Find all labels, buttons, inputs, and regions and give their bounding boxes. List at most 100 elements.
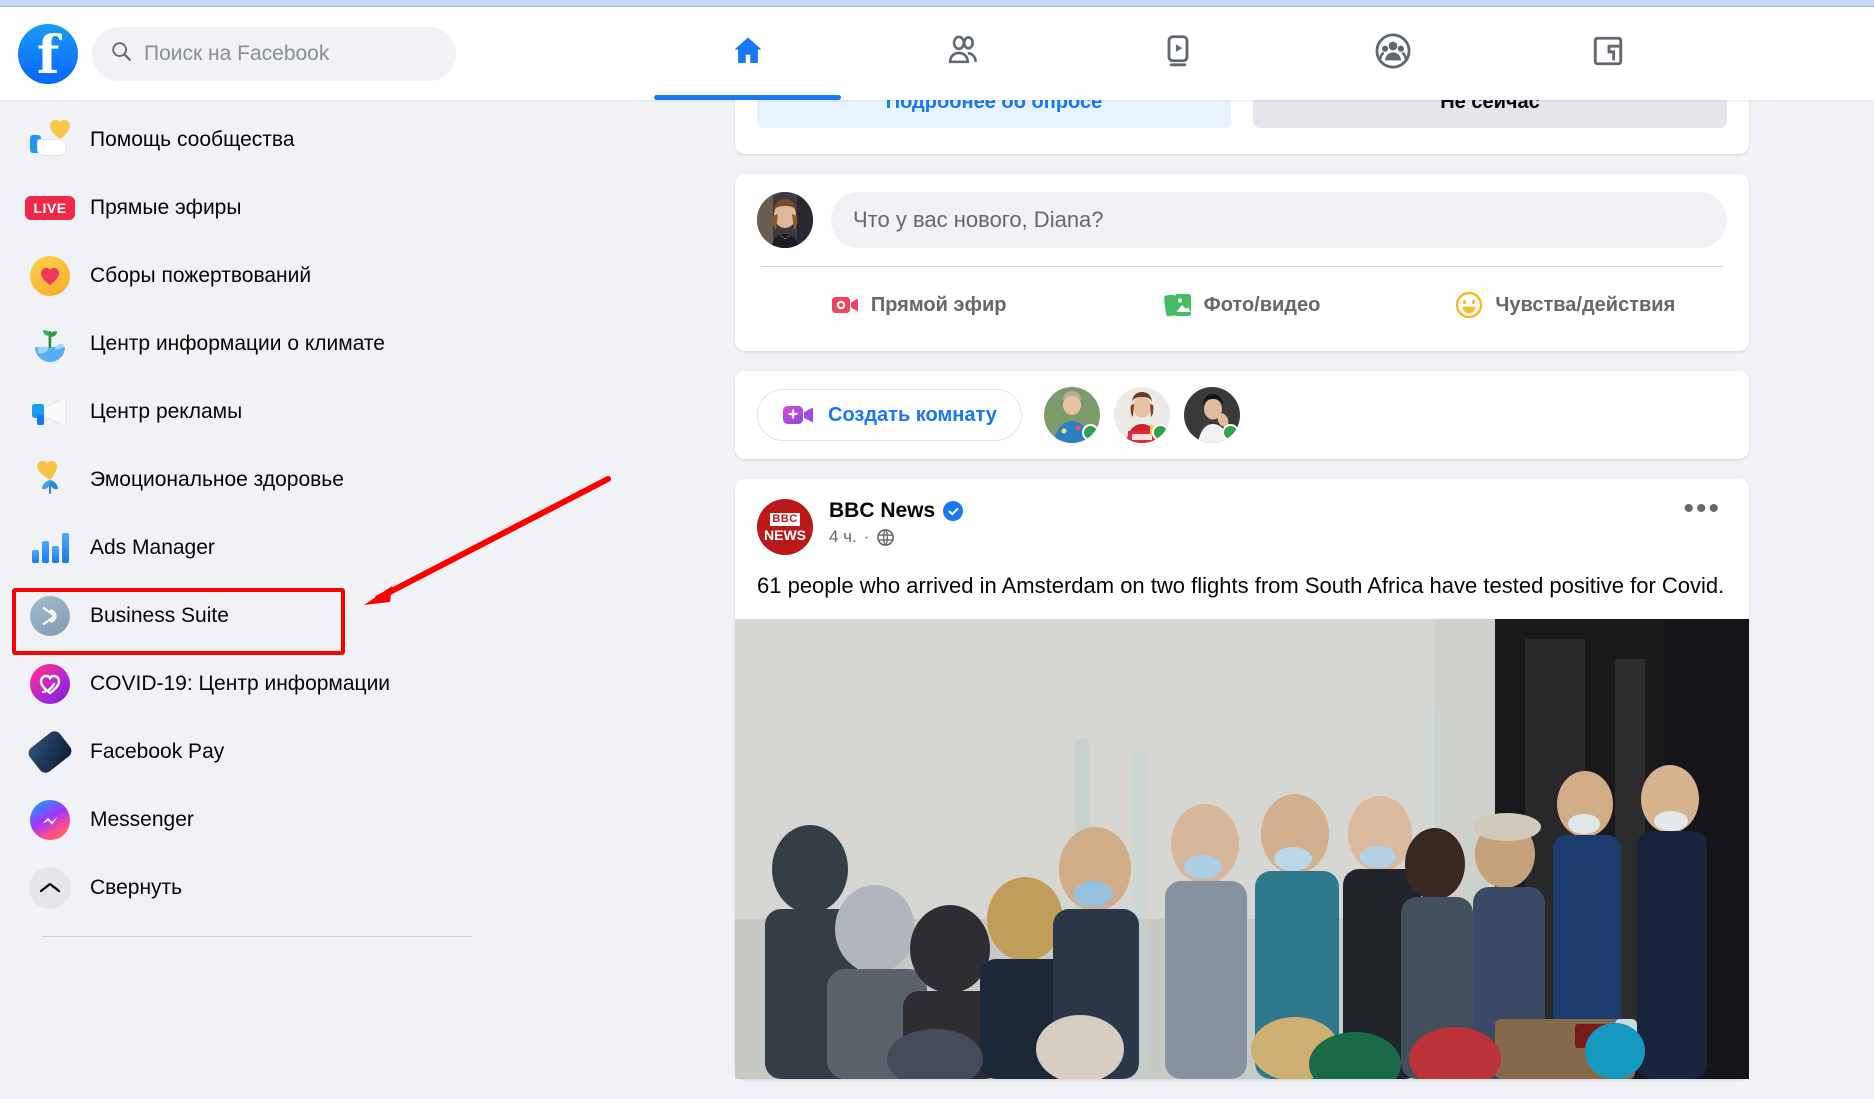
left-sidebar: Помощь сообщества LIVE Прямые эфиры Сбор… — [0, 100, 610, 1099]
post-timestamp[interactable]: 4 ч. — [829, 527, 857, 547]
composer-action-label: Чувства/действия — [1495, 293, 1676, 316]
survey-learn-more-button[interactable]: Подробнее об опросе — [757, 100, 1231, 128]
home-icon — [730, 33, 766, 74]
nav-tab-groups[interactable] — [1285, 7, 1500, 100]
sidebar-item-live[interactable]: LIVE Прямые эфиры — [8, 174, 602, 242]
sidebar-item-label: Ads Manager — [90, 536, 215, 559]
bbc-logo-line2: NEWS — [764, 526, 806, 543]
sidebar-item-label: Свернуть — [90, 876, 183, 899]
climate-icon — [28, 322, 72, 366]
post-author-row: BBC News — [829, 499, 1677, 523]
bbc-news-logo[interactable]: BBC NEWS — [757, 499, 813, 555]
community-help-icon — [28, 118, 72, 162]
sidebar-item-emotional-health[interactable]: Эмоциональное здоровье — [8, 446, 602, 514]
bbc-logo-line1: BBC — [770, 512, 800, 526]
sidebar-item-label: Центр рекламы — [90, 400, 243, 423]
room-avatar-3[interactable] — [1183, 387, 1240, 443]
composer-action-label: Фото/видео — [1203, 293, 1321, 316]
post-author-name[interactable]: BBC News — [829, 499, 935, 523]
composer-feeling-button[interactable]: Чувства/действия — [1404, 279, 1727, 331]
search-placeholder-text: Поиск на Facebook — [144, 41, 330, 65]
sidebar-item-ad-center[interactable]: Центр рекламы — [8, 378, 602, 446]
nav-tab-watch[interactable] — [1070, 7, 1285, 100]
live-video-icon — [831, 293, 859, 317]
feed-post-bbc-news: BBC NEWS BBC News 4 ч. · ••• 61 people w… — [735, 479, 1749, 1079]
sidebar-item-community-help[interactable]: Помощь сообщества — [8, 106, 602, 174]
room-avatar-1[interactable] — [1043, 387, 1100, 443]
facebook-page: Поиск на Facebook — [0, 0, 1874, 1099]
fundraisers-icon — [28, 254, 72, 298]
emotional-health-icon — [28, 458, 72, 502]
live-badge-text: LIVE — [25, 196, 75, 220]
sidebar-item-collapse[interactable]: Свернуть — [8, 854, 602, 922]
ads-manager-icon — [28, 526, 72, 570]
room-avatar-list — [1043, 387, 1240, 443]
composer-action-label: Прямой эфир — [870, 293, 1007, 316]
sidebar-item-label: Эмоциональное здоровье — [90, 468, 344, 491]
search-input[interactable]: Поиск на Facebook — [92, 26, 456, 81]
user-avatar[interactable] — [757, 192, 813, 248]
sidebar-item-label: Прямые эфиры — [90, 196, 242, 219]
post-photo[interactable] — [735, 618, 1749, 1079]
facebook-pay-icon — [25, 728, 75, 776]
sidebar-item-label: Сборы пожертвований — [90, 264, 312, 287]
sidebar-item-fundraisers[interactable]: Сборы пожертвований — [8, 242, 602, 310]
online-status-badge — [1151, 424, 1169, 441]
create-room-label: Создать комнату — [828, 403, 997, 426]
watch-icon — [1160, 33, 1196, 74]
sidebar-item-covid-info[interactable]: COVID-19: Центр информации — [8, 650, 602, 718]
business-suite-icon — [28, 594, 72, 638]
composer-input[interactable]: Что у вас нового, Diana? — [831, 192, 1727, 248]
browser-chrome-strip — [0, 0, 1874, 7]
nav-tab-home[interactable] — [640, 7, 855, 100]
post-more-options-button[interactable]: ••• — [1677, 494, 1727, 524]
post-composer-card: Что у вас нового, Diana? Прямой эфир Фот… — [735, 174, 1749, 351]
sidebar-item-label: COVID-19: Центр информации — [90, 672, 391, 695]
sidebar-item-climate[interactable]: Центр информации о климате — [8, 310, 602, 378]
post-meta: BBC News 4 ч. · — [829, 499, 1677, 547]
sidebar-item-label: Помощь сообщества — [90, 128, 295, 151]
chevron-up-icon — [28, 866, 72, 910]
survey-card: Подробнее об опросе Не сейчас — [735, 100, 1749, 154]
covid-icon — [28, 662, 72, 706]
top-header: Поиск на Facebook — [0, 7, 1874, 100]
groups-icon — [1374, 32, 1412, 75]
survey-not-now-button[interactable]: Не сейчас — [1253, 100, 1727, 128]
composer-live-video-button[interactable]: Прямой эфир — [757, 279, 1080, 331]
sidebar-divider — [42, 936, 472, 937]
online-status-badge — [1221, 424, 1239, 441]
header-navigation — [640, 7, 1715, 100]
friends-icon — [944, 32, 982, 75]
post-header: BBC NEWS BBC News 4 ч. · ••• — [735, 479, 1749, 555]
live-icon: LIVE — [25, 186, 75, 230]
verified-badge-icon — [943, 501, 964, 521]
composer-actions: Прямой эфир Фото/видео Чувства/действия — [757, 267, 1727, 341]
active-tab-underline — [654, 95, 841, 100]
news-feed: Подробнее об опросе Не сейчас Что у вас … — [610, 100, 1874, 1099]
composer-placeholder-text: Что у вас нового, Diana? — [853, 207, 1104, 232]
feeling-icon — [1455, 291, 1483, 319]
sidebar-item-label: Facebook Pay — [90, 740, 225, 763]
sidebar-item-messenger[interactable]: Messenger — [8, 786, 602, 854]
sidebar-item-ads-manager[interactable]: Ads Manager — [8, 514, 602, 582]
sidebar-item-business-suite[interactable]: Business Suite — [8, 582, 602, 650]
rooms-card: Создать комнату — [735, 371, 1749, 459]
nav-tab-gaming[interactable] — [1500, 7, 1715, 100]
survey-buttons: Подробнее об опросе Не сейчас — [757, 100, 1727, 128]
photo-video-icon — [1163, 292, 1192, 318]
sidebar-item-label: Messenger — [90, 808, 194, 831]
post-text: 61 people who arrived in Amsterdam on tw… — [757, 573, 1725, 598]
composer-row: Что у вас нового, Diana? — [757, 192, 1727, 248]
messenger-icon — [28, 798, 72, 842]
facebook-logo-icon[interactable] — [18, 23, 78, 85]
composer-photo-video-button[interactable]: Фото/видео — [1080, 279, 1403, 331]
sidebar-item-label: Центр информации о климате — [90, 332, 385, 355]
sidebar-item-facebook-pay[interactable]: Facebook Pay — [8, 718, 602, 786]
room-avatar-2[interactable] — [1113, 387, 1170, 443]
create-room-button[interactable]: Создать комнату — [757, 389, 1022, 441]
post-separator-dot: · — [863, 527, 870, 546]
nav-tab-friends[interactable] — [855, 7, 1070, 100]
header-left-section: Поиск на Facebook — [0, 23, 500, 85]
video-room-icon — [782, 403, 814, 427]
ad-center-icon — [28, 390, 72, 434]
